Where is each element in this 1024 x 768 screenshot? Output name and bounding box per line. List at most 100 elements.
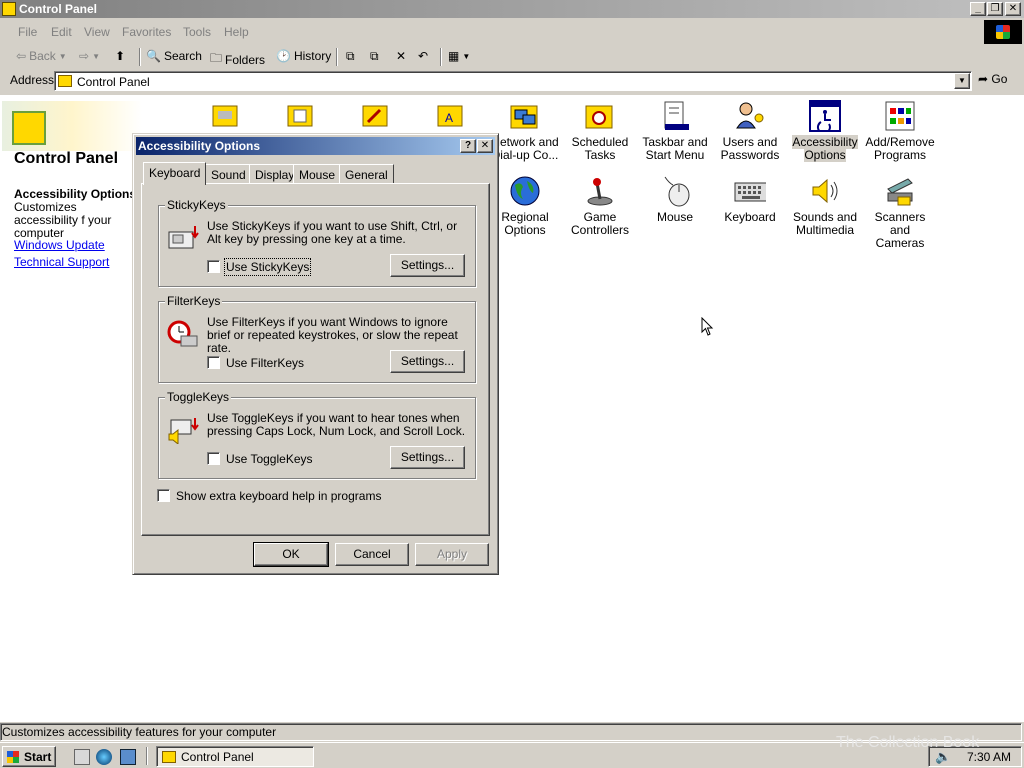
use-filterkeys-label[interactable]: Use FilterKeys — [226, 356, 304, 370]
technical-support-link[interactable]: Technical Support — [14, 255, 109, 269]
tab-general[interactable]: General — [339, 164, 394, 184]
icon-label: Users and Passwords — [720, 135, 780, 162]
scheduled-tasks-item[interactable]: Scheduled Tasks — [565, 100, 635, 162]
history-button[interactable]: 🕑 History — [276, 49, 331, 63]
folders-button[interactable]: 🗀 Folders — [210, 49, 265, 70]
address-dropdown-button[interactable]: ▼ — [954, 73, 970, 89]
help-button[interactable]: ? — [460, 139, 476, 153]
group-title: StickyKeys — [165, 198, 228, 212]
hidden-icon-3[interactable] — [340, 100, 410, 136]
keyboard-icon — [734, 182, 766, 202]
tab-sound[interactable]: Sound — [205, 164, 252, 184]
views-icon: ▦ — [448, 49, 460, 63]
togglekeys-settings-button[interactable]: Settings... — [390, 446, 465, 469]
use-filterkeys-checkbox[interactable] — [207, 356, 220, 369]
address-input[interactable]: Control Panel ▼ — [54, 71, 972, 91]
cancel-button[interactable]: Cancel — [335, 543, 409, 566]
use-togglekeys-label[interactable]: Use ToggleKeys — [226, 452, 313, 466]
game-controllers-item[interactable]: Game Controllers — [565, 175, 635, 237]
up-folder-icon: ⬆ — [115, 49, 126, 63]
mouse-item[interactable]: Mouse — [640, 175, 710, 224]
keyboard-tab-panel: StickyKeys Use StickyKeys if you want to… — [141, 183, 490, 536]
use-stickykeys-checkbox[interactable] — [207, 260, 220, 273]
show-desktop-icon[interactable] — [74, 749, 90, 765]
search-button[interactable]: 🔍 Search — [146, 49, 202, 63]
dialog-close-button[interactable]: ✕ — [477, 139, 493, 153]
group-description: Use StickyKeys if you want to use Shift,… — [207, 219, 458, 246]
hidden-icon-2[interactable] — [265, 100, 335, 136]
windows-flag-icon — [7, 751, 19, 763]
go-button[interactable]: ➦ Go — [978, 72, 1007, 86]
keyboard-item[interactable]: Keyboard — [715, 175, 785, 224]
taskbar-control-panel-button[interactable]: Control Panel — [156, 746, 314, 767]
menu-tools[interactable]: Tools — [183, 25, 211, 39]
taskbar-start-menu-item[interactable]: Taskbar and Start Menu — [640, 100, 710, 162]
menu-edit[interactable]: Edit — [51, 25, 72, 39]
extra-keyboard-help-label[interactable]: Show extra keyboard help in programs — [176, 489, 381, 503]
control-panel-large-icon — [12, 111, 46, 145]
dialog-title-bar[interactable]: Accessibility Options ? ✕ — [136, 137, 495, 155]
start-button[interactable]: Start — [2, 746, 56, 767]
back-label: Back — [29, 49, 56, 63]
regional-options-item[interactable]: Regional Options — [490, 175, 560, 237]
globe-icon — [510, 176, 540, 206]
menu-help[interactable]: Help — [224, 25, 249, 39]
menu-file[interactable]: File — [18, 25, 37, 39]
selected-item-description: Customizes accessibility f your computer — [14, 200, 112, 240]
folders-label: Folders — [225, 52, 266, 67]
views-button[interactable]: ▦ ▼ — [448, 49, 470, 63]
copy-to-button[interactable]: ⧉ — [370, 49, 379, 64]
history-label: History — [293, 49, 332, 63]
back-button[interactable]: ⇦ Back ▼ — [16, 49, 67, 63]
network-dialup-icon-item[interactable]: Network and Dial-up Co... — [490, 100, 560, 162]
forward-button[interactable]: ⇨ ▼ — [79, 49, 100, 63]
outlook-express-icon[interactable] — [120, 749, 136, 765]
folder-icon — [58, 75, 72, 87]
filterkeys-settings-button[interactable]: Settings... — [390, 350, 465, 373]
menu-view[interactable]: View — [84, 25, 110, 39]
use-stickykeys-label[interactable]: Use StickyKeys — [223, 258, 312, 276]
add-remove-programs-item[interactable]: Add/Remove Programs — [865, 100, 935, 162]
icon-label: Network and Dial-up Co... — [491, 135, 559, 162]
history-icon: 🕑 — [276, 49, 291, 63]
control-panel-icon — [2, 2, 16, 16]
address-value: Control Panel — [77, 75, 150, 89]
stickykeys-group: StickyKeys Use StickyKeys if you want to… — [158, 198, 476, 287]
scanners-cameras-item[interactable]: Scanners and Cameras — [865, 175, 935, 250]
delete-button[interactable]: ✕ — [396, 49, 406, 63]
apply-button[interactable]: Apply — [415, 543, 489, 566]
extra-keyboard-help-checkbox[interactable] — [157, 489, 170, 502]
icon-label: Keyboard — [724, 210, 776, 224]
hidden-icon-4[interactable]: A — [415, 100, 485, 136]
mouse-pointer-icon — [701, 317, 714, 336]
use-togglekeys-checkbox[interactable] — [207, 452, 220, 465]
selected-item-title: Accessibility Options — [14, 187, 137, 201]
undo-button[interactable]: ↶ — [418, 49, 428, 63]
ok-button[interactable]: OK — [254, 543, 328, 566]
restore-button[interactable]: ❐ — [987, 2, 1003, 16]
hidden-icon-1[interactable] — [190, 100, 260, 136]
window-title-bar[interactable]: Control Panel _ ❐ ✕ — [0, 0, 1024, 18]
search-label: Search — [163, 49, 202, 63]
windows-update-link[interactable]: Windows Update — [14, 238, 105, 252]
internet-explorer-icon[interactable] — [96, 749, 112, 765]
chevron-down-icon: ▼ — [462, 51, 471, 61]
icon-label: Mouse — [656, 210, 694, 224]
move-to-button[interactable]: ⧉ — [346, 49, 355, 64]
menu-favorites[interactable]: Favorites — [122, 25, 171, 39]
stickykeys-settings-button[interactable]: Settings... — [390, 254, 465, 277]
close-button[interactable]: ✕ — [1005, 2, 1021, 16]
up-folder-button[interactable]: ⬆ — [115, 49, 125, 63]
move-to-icon: ⧉ — [346, 49, 355, 63]
minimize-button[interactable]: _ — [970, 2, 986, 16]
sounds-multimedia-item[interactable]: Sounds and Multimedia — [790, 175, 860, 237]
group-title: FilterKeys — [165, 294, 223, 308]
group-title: ToggleKeys — [165, 390, 232, 404]
tab-mouse[interactable]: Mouse — [293, 164, 342, 184]
tab-keyboard[interactable]: Keyboard — [143, 162, 207, 185]
users-passwords-item[interactable]: Users and Passwords — [715, 100, 785, 162]
go-arrow-icon: ➦ — [978, 72, 989, 86]
accessibility-options-item[interactable]: Accessibility Options — [790, 100, 860, 162]
copy-to-icon: ⧉ — [370, 49, 379, 63]
clock: 7:30 AM — [967, 750, 1012, 764]
